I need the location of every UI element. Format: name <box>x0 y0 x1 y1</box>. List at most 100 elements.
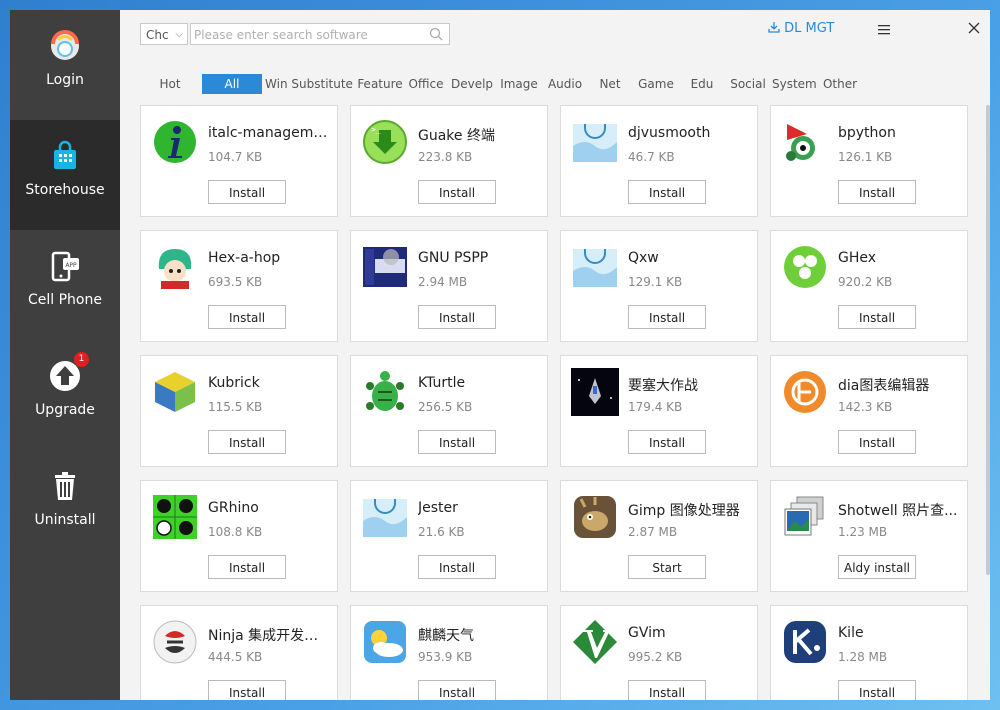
app-name: Hex-a-hop <box>208 250 281 266</box>
install-button[interactable]: Install <box>838 180 916 204</box>
search-input[interactable]: Please enter search software <box>190 23 450 45</box>
grhino-board-icon <box>153 495 197 539</box>
sidebar-item-login[interactable]: Login <box>10 10 120 120</box>
app-size: 108.8 KB <box>208 525 263 539</box>
tab-edu[interactable]: Edu <box>688 74 716 94</box>
app-card[interactable]: 要塞大作战 179.4 KB Install <box>560 355 758 467</box>
app-size: 1.23 MB <box>838 525 888 539</box>
app-name: Gimp 图像处理器 <box>628 503 740 519</box>
install-button[interactable]: Install <box>838 680 916 700</box>
install-button[interactable]: Install <box>208 680 286 700</box>
install-button[interactable]: Install <box>418 180 496 204</box>
tab-image[interactable]: Image <box>498 74 540 94</box>
app-window: Login Storehouse APP Cell Phone 1 Upgrad… <box>10 10 990 700</box>
app-card[interactable]: Ninja 集成开发环境 444.5 KB Install <box>140 605 338 700</box>
install-button[interactable]: Install <box>838 305 916 329</box>
app-card[interactable]: GNU PSPP 2.94 MB Install <box>350 230 548 342</box>
app-card[interactable]: Hex-a-hop 693.5 KB Install <box>140 230 338 342</box>
tab-all[interactable]: All <box>202 74 262 94</box>
install-button[interactable]: Install <box>628 180 706 204</box>
install-button[interactable]: Install <box>838 430 916 454</box>
scrollbar[interactable] <box>986 105 990 575</box>
app-card[interactable]: Jester 21.6 KB Install <box>350 480 548 592</box>
tab-social[interactable]: Social <box>728 74 768 94</box>
sidebar-item-label: Login <box>46 72 84 88</box>
app-size: 129.1 KB <box>628 275 683 289</box>
kturtle-icon <box>366 371 404 411</box>
install-button[interactable]: Install <box>418 305 496 329</box>
app-card[interactable]: bpython 126.1 KB Install <box>770 105 968 217</box>
sidebar-item-storehouse[interactable]: Storehouse <box>10 120 120 230</box>
install-button[interactable]: Install <box>208 555 286 579</box>
tab-feature[interactable]: Feature <box>356 74 404 94</box>
jester-icon <box>363 499 407 537</box>
login-icon <box>51 30 79 60</box>
app-name: 要塞大作战 <box>628 378 698 394</box>
app-card[interactable]: italc-manageme... 104.7 KB Install <box>140 105 338 217</box>
install-button[interactable]: Install <box>208 430 286 454</box>
svg-text:>_: >_ <box>371 125 381 134</box>
install-button[interactable]: Install <box>418 555 496 579</box>
app-name: Kubrick <box>208 375 260 391</box>
store-bag-icon <box>54 140 76 169</box>
app-card[interactable]: djvusmooth 46.7 KB Install <box>560 105 758 217</box>
install-button[interactable]: Install <box>208 180 286 204</box>
app-name: Kile <box>838 625 864 641</box>
sidebar-item-cell-phone[interactable]: APP Cell Phone <box>10 230 120 340</box>
app-card[interactable]: GRhino 108.8 KB Install <box>140 480 338 592</box>
sidebar-item-uninstall[interactable]: Uninstall <box>10 450 120 560</box>
tab-hot[interactable]: Hot <box>150 74 190 94</box>
install-button[interactable]: Install <box>628 680 706 700</box>
app-card[interactable]: GVim 995.2 KB Install <box>560 605 758 700</box>
menu-icon[interactable] <box>876 22 892 38</box>
app-size: 2.94 MB <box>418 275 468 289</box>
install-button[interactable]: Install <box>208 305 286 329</box>
app-size: 104.7 KB <box>208 150 263 164</box>
tab-develp[interactable]: Develp <box>449 74 495 94</box>
app-card[interactable]: Kile 1.28 MB Install <box>770 605 968 700</box>
tab-system[interactable]: System <box>772 74 817 94</box>
app-name: GHex <box>838 250 877 266</box>
app-card[interactable]: Shotwell 照片查... 1.23 MB Aldy install <box>770 480 968 592</box>
search-icon[interactable] <box>429 27 443 41</box>
install-button[interactable]: Install <box>418 430 496 454</box>
hex-a-hop-icon <box>158 249 192 289</box>
app-card[interactable]: dia图表编辑器 142.3 KB Install <box>770 355 968 467</box>
tab-audio[interactable]: Audio <box>544 74 586 94</box>
app-card[interactable]: Qxw 129.1 KB Install <box>560 230 758 342</box>
download-icon <box>768 22 780 33</box>
app-card[interactable]: 麒麟天气 953.9 KB Install <box>350 605 548 700</box>
ninja-ide-icon <box>153 620 197 664</box>
install-button[interactable]: Install <box>418 680 496 700</box>
close-icon[interactable] <box>966 20 982 36</box>
gnu-pspp-icon <box>363 247 407 287</box>
sidebar-item-label: Storehouse <box>25 182 105 198</box>
download-manager-button[interactable]: DL MGT <box>768 21 834 36</box>
tab-net[interactable]: Net <box>596 74 624 94</box>
tab-office[interactable]: Office <box>406 74 446 94</box>
app-card[interactable]: Kubrick 115.5 KB Install <box>140 355 338 467</box>
app-card[interactable]: Gimp 图像处理器 2.87 MB Start <box>560 480 758 592</box>
app-size: 179.4 KB <box>628 400 683 414</box>
app-name: Ninja 集成开发环境 <box>208 628 330 644</box>
app-name: djvusmooth <box>628 125 711 141</box>
tab-win-substitute[interactable]: Win Substitute <box>264 74 354 94</box>
app-size: 953.9 KB <box>418 650 473 664</box>
install-button[interactable]: Install <box>628 305 706 329</box>
kubrick-cube-icon <box>155 372 195 412</box>
already-installed-button[interactable]: Aldy install <box>838 555 916 579</box>
app-card[interactable]: >_ Guake 终端 223.8 KB Install <box>350 105 548 217</box>
app-card[interactable]: GHex 920.2 KB Install <box>770 230 968 342</box>
install-button[interactable]: Install <box>628 430 706 454</box>
tab-other[interactable]: Other <box>820 74 860 94</box>
sidebar-item-upgrade[interactable]: 1 Upgrade <box>10 340 120 450</box>
app-name: Jester <box>418 500 458 516</box>
app-size: 115.5 KB <box>208 400 263 414</box>
start-button[interactable]: Start <box>628 555 706 579</box>
italc-info-icon <box>154 121 196 163</box>
search-category-select[interactable]: Chc ⌵ <box>140 23 188 45</box>
bpython-snake-icon <box>786 124 815 161</box>
app-size: 995.2 KB <box>628 650 683 664</box>
tab-game[interactable]: Game <box>636 74 676 94</box>
app-card[interactable]: KTurtle 256.5 KB Install <box>350 355 548 467</box>
